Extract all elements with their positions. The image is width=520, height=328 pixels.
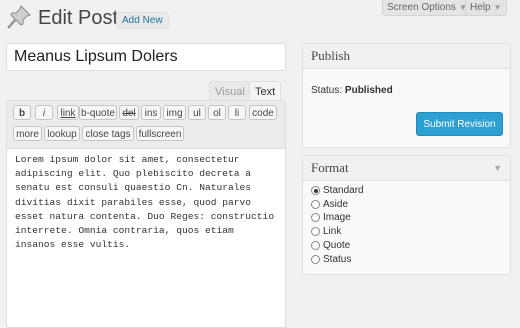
radio-button[interactable]	[311, 240, 320, 250]
submit-revision-button[interactable]: Submit Revision	[416, 112, 503, 136]
publish-box: Publish Status: Published Submit Revisio…	[302, 43, 511, 148]
format-option-label: Image	[323, 212, 351, 224]
help-label: Help	[470, 2, 491, 13]
blockquote-button[interactable]: b-quote	[79, 105, 117, 120]
format-option-label: Status	[323, 253, 352, 265]
post-status: Status: Published	[311, 85, 393, 96]
screen-options-tab[interactable]: Screen Options ▼	[382, 0, 472, 16]
content-textarea[interactable]: Lorem ipsum dolor sit amet, consectetur …	[6, 148, 286, 328]
format-option-label: Aside	[323, 198, 349, 210]
bold-button[interactable]: b	[13, 105, 31, 120]
page-title: Edit Post	[38, 7, 119, 29]
radio-button[interactable]	[311, 186, 320, 195]
ul-button[interactable]: ul	[188, 105, 206, 120]
fullscreen-button[interactable]: fullscreen	[136, 126, 184, 141]
format-option-label: Link	[323, 226, 342, 238]
close-tags-button[interactable]: close tags	[82, 126, 134, 141]
italic-button[interactable]: i	[35, 105, 53, 120]
link-button[interactable]: link	[57, 105, 79, 120]
img-button[interactable]: img	[163, 105, 186, 120]
radio-button[interactable]	[311, 199, 320, 209]
toggle-arrow-icon[interactable]: ▼	[493, 156, 502, 180]
status-value: Published	[344, 85, 393, 96]
post-title-input[interactable]: Meanus Lipsum Dolers	[6, 43, 286, 71]
screen-options-label: Screen Options	[387, 2, 456, 13]
code-button[interactable]: code	[249, 105, 277, 120]
status-label: Status:	[311, 85, 343, 96]
radio-button[interactable]	[311, 213, 320, 223]
quicktags-toolbar: b i link b-quote del ins img ul ol li co…	[6, 100, 286, 148]
publish-box-title: Publish	[303, 44, 510, 69]
pushpin-icon	[6, 4, 32, 30]
chevron-down-icon: ▼	[493, 3, 502, 12]
radio-button[interactable]	[311, 227, 320, 237]
format-option-label: Standard	[323, 185, 364, 196]
add-new-button[interactable]: Add New	[116, 12, 169, 29]
del-button[interactable]: del	[119, 105, 139, 120]
tab-text[interactable]: Text	[249, 81, 282, 102]
li-button[interactable]: li	[228, 105, 246, 120]
format-box: Format ▼ Standard Aside Image Link Quote Stat…	[302, 155, 511, 275]
format-option-label: Quote	[323, 239, 351, 251]
lookup-button[interactable]: lookup	[44, 126, 80, 141]
help-tab[interactable]: Help ▼	[465, 0, 507, 16]
ins-button[interactable]: ins	[141, 105, 161, 120]
tab-visual[interactable]: Visual	[209, 81, 251, 102]
radio-button[interactable]	[311, 254, 320, 264]
more-button[interactable]: more	[13, 126, 42, 141]
ol-button[interactable]: ol	[208, 105, 226, 120]
format-box-title: Format	[303, 156, 510, 181]
